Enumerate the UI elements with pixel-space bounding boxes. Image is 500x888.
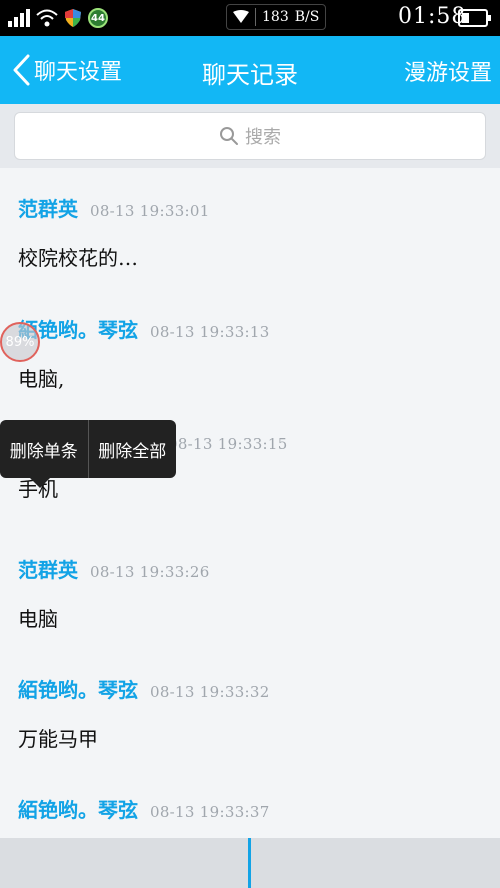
delete-all-button[interactable]: 删除全部 [89, 420, 177, 478]
title-bar: 聊天设置 聊天记录 漫游设置 [0, 36, 500, 104]
sender-name: 范群英 [18, 197, 78, 221]
battery-icon [458, 9, 491, 27]
network-unit: B/S [294, 9, 320, 25]
sender-name: 絔铯哟。琴弦 [18, 678, 138, 702]
clock: 01:58 [398, 4, 467, 29]
message-text: 电脑 [18, 607, 58, 631]
search-icon [220, 127, 238, 145]
timestamp: 08-13 19:33:32 [150, 683, 270, 701]
search-input[interactable]: 搜索 [14, 112, 486, 160]
wifi-icon [36, 9, 58, 27]
divider [255, 8, 256, 26]
network-speed: 183 B/S [226, 4, 326, 30]
notification-badge: 44 [88, 8, 108, 28]
message-text: 校院校花的… [18, 246, 138, 270]
timestamp: 08-13 19:33:37 [150, 803, 270, 821]
scroll-indicator [248, 838, 251, 888]
timestamp: 08-13 19:33:01 [90, 202, 210, 220]
roaming-settings-button[interactable]: 漫游设置 [404, 55, 492, 87]
timestamp: 08-13 19:33:26 [90, 563, 210, 581]
timestamp: 08-13 19:33:13 [150, 323, 270, 341]
status-bar: 44 183 B/S 01:58 [0, 0, 500, 36]
list-item[interactable]: 絔铯哟。琴弦 08-13 19:33:13 电脑, [18, 314, 270, 392]
wifi-icon [233, 10, 249, 23]
floating-accelerator-ball[interactable]: 89% [0, 322, 40, 362]
list-item[interactable]: 范群英 08-13 19:33:26 电脑 [18, 554, 210, 632]
signal-icon [8, 9, 30, 27]
search-bar: 搜索 [0, 104, 500, 168]
status-left: 44 [8, 6, 108, 30]
message-text: 电脑, [18, 367, 65, 391]
network-rate: 183 [262, 9, 289, 25]
sender-name: 范群英 [18, 558, 78, 582]
context-menu: 删除单条 删除全部 [0, 420, 177, 488]
message-text: 万能马甲 [18, 727, 98, 751]
search-placeholder: 搜索 [245, 127, 281, 148]
delete-single-button[interactable]: 删除单条 [0, 420, 88, 478]
shield-icon [65, 9, 81, 27]
list-item[interactable]: 絔铯哟。琴弦 08-13 19:33:37 [18, 794, 270, 823]
sender-name: 絔铯哟。琴弦 [18, 798, 138, 822]
timestamp: 08-13 19:33:15 [168, 435, 288, 453]
list-item[interactable]: 范群英 08-13 19:33:01 校院校花的… [18, 193, 210, 271]
list-item[interactable]: 絔铯哟。琴弦 08-13 19:33:32 万能马甲 [18, 674, 270, 752]
